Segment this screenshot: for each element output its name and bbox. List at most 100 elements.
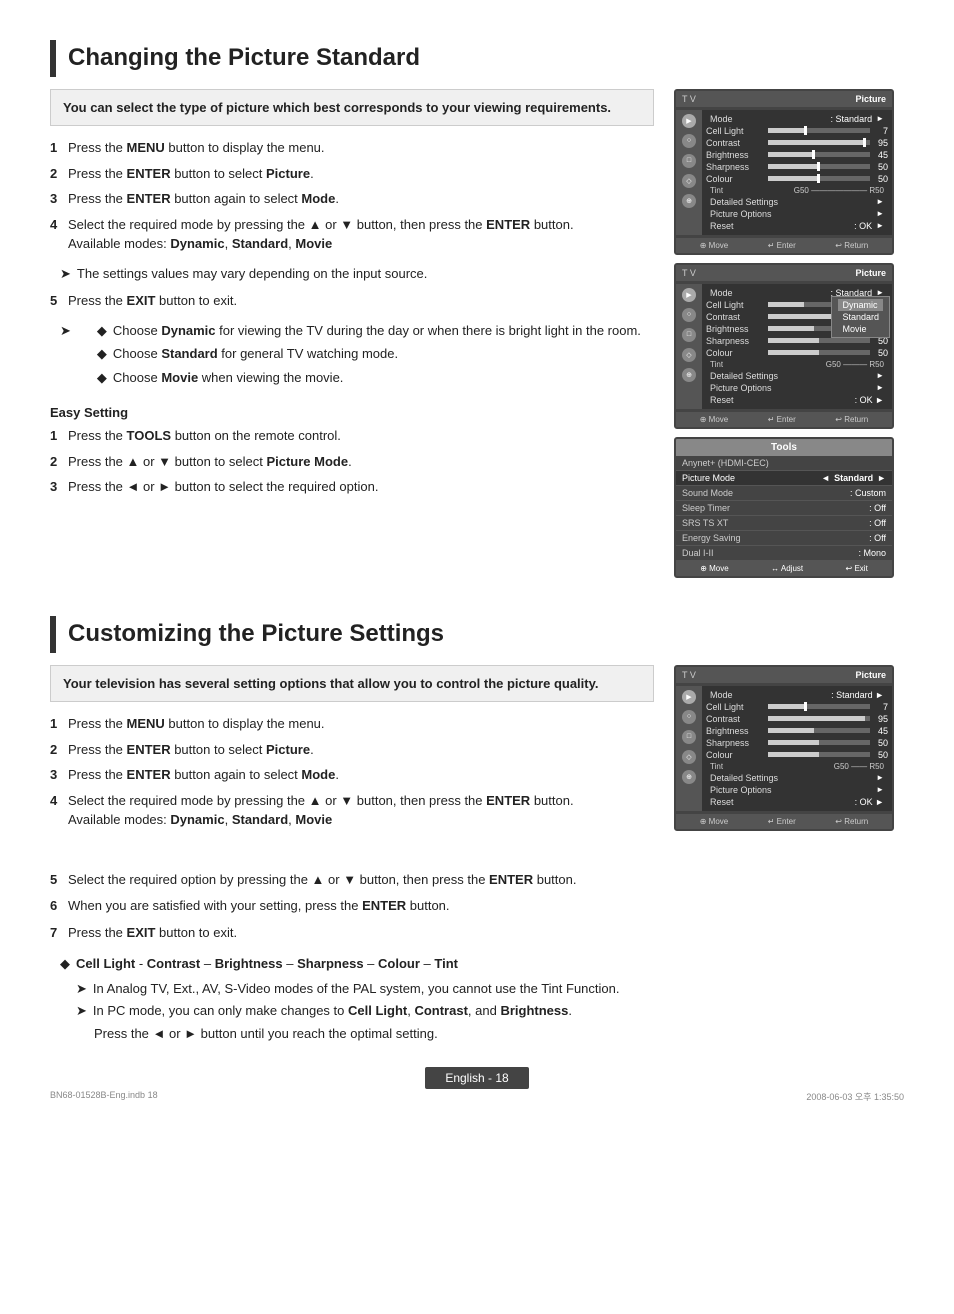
dropdown-dynamic: Dynamic [838, 299, 883, 311]
tv-screen-2: T V Picture ▶ ○ □ ◇ ⊕ Mode : Standard [674, 263, 894, 429]
section1-steps: 1 Press the MENU button to display the m… [50, 138, 654, 254]
section2-full-steps: 5 Select the required option by pressing… [50, 870, 904, 944]
dropdown-movie: Movie [838, 323, 883, 335]
tv4-icon-4: ◇ [682, 750, 696, 764]
cell-light-note: ◆ Cell Light - Contrast – Brightness – S… [60, 954, 904, 975]
easy-step-2: 2 Press the ▲ or ▼ button to select Pict… [50, 452, 654, 472]
tv4-icon-3: □ [682, 730, 696, 744]
tv4-icon-2: ○ [682, 710, 696, 724]
mode-dropdown: Dynamic Standard Movie [831, 296, 890, 338]
tv2-menu: Mode : Standard ► Dynamic Standard Movie… [702, 284, 892, 409]
tools-row-picture-mode: Picture Mode ◄ Standard ► [676, 471, 892, 486]
tv2-colour: Colour 50 [706, 347, 888, 359]
tools-header: Tools [676, 439, 892, 456]
s2-step-7: 7 Press the EXIT button to exit. [50, 923, 904, 944]
tv-screen-1: T V Picture ▶ ○ □ ◇ ⊕ Mode : Standard [674, 89, 894, 255]
tv4-mode-row: Mode : Standard ► [706, 689, 888, 701]
s2-step-3: 3 Press the ENTER button again to select… [50, 765, 654, 785]
tools-footer: ⊕ Move ↔ Adjust ↩ Exit [676, 561, 892, 576]
section2-content: Your television has several setting opti… [50, 665, 904, 840]
tools-row-energy: Energy Saving : Off [676, 531, 892, 546]
bullet-outer: ➤ ◆ Choose Dynamic for viewing the TV du… [60, 321, 654, 396]
tv2-sidebar: ▶ ○ □ ◇ ⊕ [676, 284, 702, 409]
tools-row-sound: Sound Mode : Custom [676, 486, 892, 501]
step-2: 2 Press the ENTER button to select Pictu… [50, 164, 654, 184]
section2-title: Customizing the Picture Settings [68, 616, 444, 653]
s2-step-6: 6 When you are satisfied with your setti… [50, 896, 904, 917]
tv1-cell-light: Cell Light 7 [706, 125, 888, 137]
tv4-contrast: Contrast 95 [706, 713, 888, 725]
section1-intro-text: You can select the type of picture which… [63, 100, 611, 115]
section1-intro: You can select the type of picture which… [50, 89, 654, 127]
tv2-footer: ⊕ Move ↵ Enter ↩ Return [676, 412, 892, 427]
tv1-header: T V Picture [676, 91, 892, 107]
section2-text: Your television has several setting opti… [50, 665, 654, 840]
tools-row-sleep: Sleep Timer : Off [676, 501, 892, 516]
tv4-icon-1: ▶ [682, 690, 696, 704]
footer-file-info: BN68-01528B-Eng.indb 18 2008-06-03 오후 1:… [50, 1090, 904, 1103]
section1-diagrams: T V Picture ▶ ○ □ ◇ ⊕ Mode : Standard [674, 89, 904, 586]
section2-steps: 1 Press the MENU button to display the m… [50, 714, 654, 830]
tv4-footer: ⊕ Move ↵ Enter ↩ Return [676, 814, 892, 829]
easy-step-1: 1 Press the TOOLS button on the remote c… [50, 426, 654, 446]
section2-diagrams: T V Picture ▶ ○ □ ◇ ⊕ Mode : Standard [674, 665, 904, 840]
page-footer: English - 18 [0, 1067, 954, 1089]
tv2-reset: Reset : OK ► [706, 394, 888, 406]
step-3: 3 Press the ENTER button again to select… [50, 189, 654, 209]
tv2-icon-5: ⊕ [682, 368, 696, 382]
section2-bar [50, 616, 56, 653]
tv2-icon-3: □ [682, 328, 696, 342]
section1-bar [50, 40, 56, 77]
tv1-detailed: Detailed Settings ► [706, 196, 888, 208]
tv2-icon-1: ▶ [682, 288, 696, 302]
note-settings-vary: ➤ The settings values may vary depending… [60, 264, 654, 284]
dropdown-standard: Standard [838, 311, 883, 323]
tv4-brightness: Brightness 45 [706, 725, 888, 737]
s2-step-4: 4 Select the required mode by pressing t… [50, 791, 654, 830]
tv4-body: ▶ ○ □ ◇ ⊕ Mode : Standard ► Cell Light [676, 683, 892, 814]
tv1-brightness: Brightness 45 [706, 149, 888, 161]
tv1-sharpness: Sharpness 50 [706, 161, 888, 173]
tv2-detailed: Detailed Settings ► [706, 370, 888, 382]
bullet-dynamic: ◆ Choose Dynamic for viewing the TV duri… [97, 321, 641, 341]
tv2-icon-4: ◇ [682, 348, 696, 362]
tv1-colour: Colour 50 [706, 173, 888, 185]
section1-text: You can select the type of picture which… [50, 89, 654, 586]
bullet-standard: ◆ Choose Standard for general TV watchin… [97, 344, 641, 364]
tv4-tint: Tint G50 —— R50 [706, 761, 888, 772]
tv4-icon-5: ⊕ [682, 770, 696, 784]
easy-setting-title: Easy Setting [50, 405, 654, 420]
tools-row-srs: SRS TS XT : Off [676, 516, 892, 531]
tv1-sidebar: ▶ ○ □ ◇ ⊕ [676, 110, 702, 235]
tv4-cell-light: Cell Light 7 [706, 701, 888, 713]
note-pc2: Press the ◄ or ► button until you reach … [94, 1024, 904, 1044]
tv2-tint: Tint G50 ——— R50 [706, 359, 888, 370]
easy-step-3: 3 Press the ◄ or ► button to select the … [50, 477, 654, 497]
step-5: 5 Press the EXIT button to exit. [50, 291, 654, 311]
tools-row-anynet: Anynet+ (HDMI-CEC) [676, 456, 892, 471]
section1-bullets: ◆ Choose Dynamic for viewing the TV duri… [97, 321, 641, 388]
page-number-badge: English - 18 [425, 1067, 528, 1089]
tv4-colour: Colour 50 [706, 749, 888, 761]
s2-step-1: 1 Press the MENU button to display the m… [50, 714, 654, 734]
note-pal: ➤ In Analog TV, Ext., AV, S-Video modes … [76, 979, 904, 999]
tv1-mode-row: Mode : Standard ► [706, 113, 888, 125]
easy-setting-steps: 1 Press the TOOLS button on the remote c… [50, 426, 654, 497]
section2-intro: Your television has several setting opti… [50, 665, 654, 703]
section1-step5: 5 Press the EXIT button to exit. [50, 291, 654, 311]
tools-row-dual: Dual I-II : Mono [676, 546, 892, 561]
tv1-icon-1: ▶ [682, 114, 696, 128]
tv1-icon-3: □ [682, 154, 696, 168]
section2-intro-text: Your television has several setting opti… [63, 676, 599, 691]
tv1-icon-2: ○ [682, 134, 696, 148]
footer-file-right: 2008-06-03 오후 1:35:50 [806, 1090, 904, 1103]
tv4-sidebar: ▶ ○ □ ◇ ⊕ [676, 686, 702, 811]
section2-header: Customizing the Picture Settings [50, 616, 904, 653]
s2-step-2: 2 Press the ENTER button to select Pictu… [50, 740, 654, 760]
tools-screen: Tools Anynet+ (HDMI-CEC) Picture Mode ◄ … [674, 437, 894, 578]
section1-title: Changing the Picture Standard [68, 40, 420, 77]
step-4: 4 Select the required mode by pressing t… [50, 215, 654, 254]
tv1-footer: ⊕ Move ↵ Enter ↩ Return [676, 238, 892, 253]
tv4-picture-options: Picture Options ► [706, 784, 888, 796]
footer-file-left: BN68-01528B-Eng.indb 18 [50, 1090, 158, 1103]
